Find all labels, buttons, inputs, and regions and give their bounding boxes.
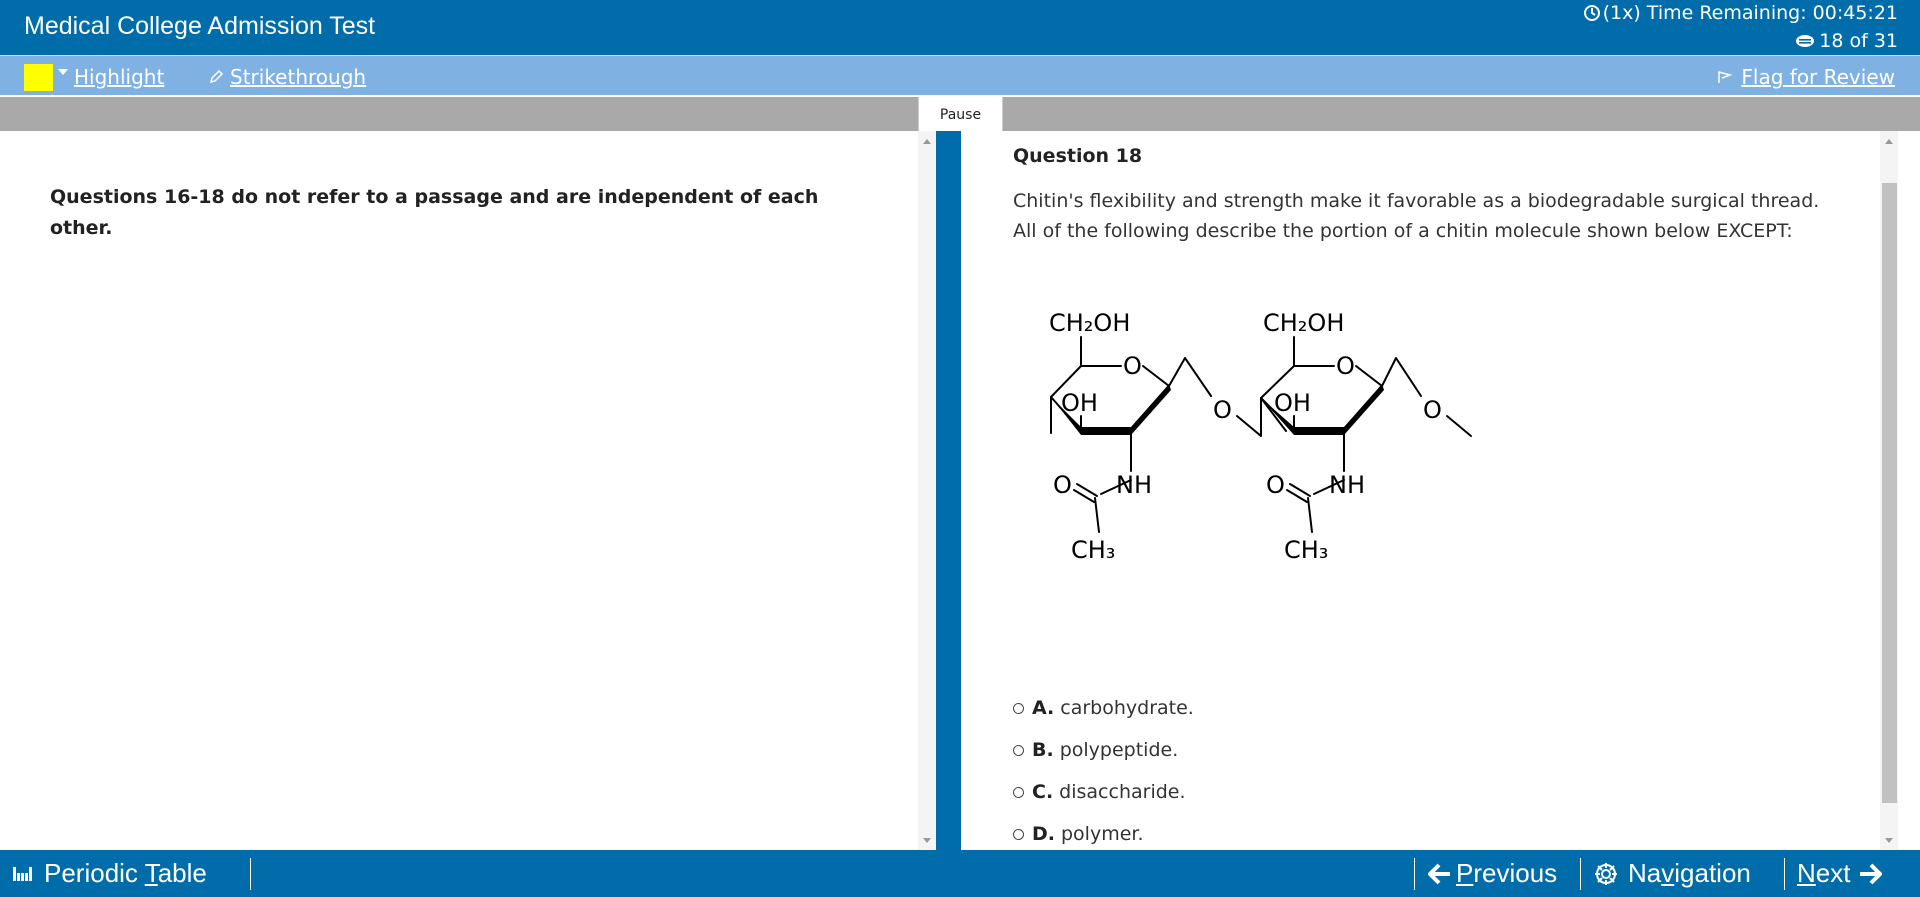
highlight-dropdown-caret-icon[interactable] xyxy=(58,69,68,75)
navigation-icon xyxy=(1595,862,1617,885)
label-part: igation xyxy=(1674,858,1751,888)
ring1-nh-label: NH xyxy=(1116,471,1152,499)
header-bar: Medical College Admission Test (1x) Time… xyxy=(0,0,1920,55)
choice-letter: A. xyxy=(1032,697,1055,719)
question-list-icon xyxy=(1796,35,1815,47)
choice-letter: C. xyxy=(1032,781,1054,803)
highlight-color-swatch[interactable] xyxy=(24,64,53,91)
toolbar: Highlight Strikethrough Flag for Review xyxy=(0,55,1920,95)
passage-pane: Questions 16-18 do not refer to a passag… xyxy=(0,131,918,850)
flag-for-review-button[interactable]: Flag for Review xyxy=(1717,65,1895,89)
strikethrough-label: Strikethrough xyxy=(230,65,367,89)
clock-icon xyxy=(1583,5,1600,21)
scroll-up-arrow-icon[interactable] xyxy=(923,139,931,144)
arrow-left-icon xyxy=(1428,863,1450,884)
ring1-oh-label: OH xyxy=(1061,389,1098,417)
flag-icon xyxy=(1718,71,1733,83)
scroll-thumb[interactable] xyxy=(1882,183,1897,803)
choice-text: carbohydrate. xyxy=(1060,697,1194,719)
ring2-carbonyl-oxygen-label: O xyxy=(1266,471,1285,499)
next-button[interactable]: Next xyxy=(1797,850,1883,897)
periodic-table-button[interactable]: Periodic Table xyxy=(12,850,207,897)
label-part: Na xyxy=(1628,858,1662,888)
footer-separator xyxy=(250,858,251,890)
pencil-icon xyxy=(209,69,224,84)
label-part: T xyxy=(144,858,158,888)
ring2-oh-label: OH xyxy=(1274,389,1311,417)
ring1-carbonyl-oxygen-label: O xyxy=(1053,471,1072,499)
terminal-oxygen-label: O xyxy=(1423,396,1442,424)
answer-choices: A. carbohydrate. B. polypeptide. C. disa… xyxy=(1013,687,1813,855)
answer-choice-b[interactable]: B. polypeptide. xyxy=(1013,729,1813,771)
ring2-ch2oh-label: CH₂OH xyxy=(1263,309,1344,337)
pane-divider[interactable] xyxy=(936,131,961,850)
ring1-ch3-label: CH₃ xyxy=(1071,536,1115,564)
choice-text: polymer. xyxy=(1061,823,1144,845)
timer[interactable]: (1x) Time Remaining: 00:45:21 xyxy=(1583,2,1898,24)
radio-button[interactable] xyxy=(1013,744,1024,756)
periodic-table-icon xyxy=(13,866,32,881)
ring1-ring-oxygen-label: O xyxy=(1123,352,1142,380)
label-part: Periodic xyxy=(44,858,145,888)
previous-label: Previous xyxy=(1456,858,1557,889)
answer-choice-a[interactable]: A. carbohydrate. xyxy=(1013,687,1813,729)
radio-button[interactable] xyxy=(1013,786,1024,798)
answer-choice-c[interactable]: C. disaccharide. xyxy=(1013,771,1813,813)
app-title: Medical College Admission Test xyxy=(24,12,376,40)
arrow-right-icon xyxy=(1860,863,1883,884)
navigation-button[interactable]: Navigation xyxy=(1594,850,1751,897)
ring2-nh-label: NH xyxy=(1329,471,1365,499)
strikethrough-button[interactable]: Strikethrough xyxy=(208,65,366,89)
navigation-label: Navigation xyxy=(1628,858,1751,889)
scroll-up-arrow-icon[interactable] xyxy=(1885,139,1893,144)
label-part: P xyxy=(1456,858,1474,888)
question-counter: 18 of 31 xyxy=(1795,30,1898,52)
label-part: N xyxy=(1797,858,1816,888)
question-stem: Chitin's flexibility and strength make i… xyxy=(1013,190,1820,242)
highlight-button[interactable]: Highlight xyxy=(74,65,164,89)
label-part: ext xyxy=(1815,858,1851,888)
label-part: able xyxy=(157,858,207,888)
glycosidic-oxygen-label: O xyxy=(1213,396,1232,424)
question-count-text: 18 of 31 xyxy=(1819,30,1898,52)
question-number: Question 18 xyxy=(1013,145,1143,167)
ring2-ch3-label: CH₃ xyxy=(1284,536,1328,564)
flag-label: Flag for Review xyxy=(1741,65,1895,89)
previous-button[interactable]: Previous xyxy=(1428,850,1557,897)
footer-bar: Periodic Table Previous Navigation Next xyxy=(0,850,1920,897)
scroll-down-arrow-icon[interactable] xyxy=(923,838,931,843)
radio-button[interactable] xyxy=(1013,828,1024,840)
scroll-down-arrow-icon[interactable] xyxy=(1885,838,1893,843)
choice-text: disaccharide. xyxy=(1059,781,1186,803)
label-part: v xyxy=(1661,858,1675,888)
periodic-table-label: Periodic Table xyxy=(44,858,207,889)
choice-text: polypeptide. xyxy=(1059,739,1179,761)
choice-letter: B. xyxy=(1032,739,1054,761)
ring1-ch2oh-label: CH₂OH xyxy=(1049,309,1130,337)
passage-text: Questions 16-18 do not refer to a passag… xyxy=(50,186,819,239)
pause-button[interactable]: Pause xyxy=(918,97,1003,132)
timer-text: (1x) Time Remaining: 00:45:21 xyxy=(1602,2,1898,24)
question-pane: Question 18 Chitin's flexibility and str… xyxy=(961,131,1880,850)
label-part: revious xyxy=(1473,858,1558,888)
next-label: Next xyxy=(1797,858,1850,889)
choice-letter: D. xyxy=(1032,823,1055,845)
footer-separator xyxy=(1580,858,1581,890)
passage-scrollbar[interactable] xyxy=(918,131,936,850)
footer-separator xyxy=(1784,858,1785,890)
answer-choice-d[interactable]: D. polymer. xyxy=(1013,813,1813,855)
radio-button[interactable] xyxy=(1013,702,1024,714)
ring2-ring-oxygen-label: O xyxy=(1336,352,1355,380)
chitin-structure-figure: CH₂OH O OH NH O CH₃ O CH₂OH O OH NH O CH… xyxy=(1049,309,1472,564)
footer-separator xyxy=(1414,858,1415,890)
